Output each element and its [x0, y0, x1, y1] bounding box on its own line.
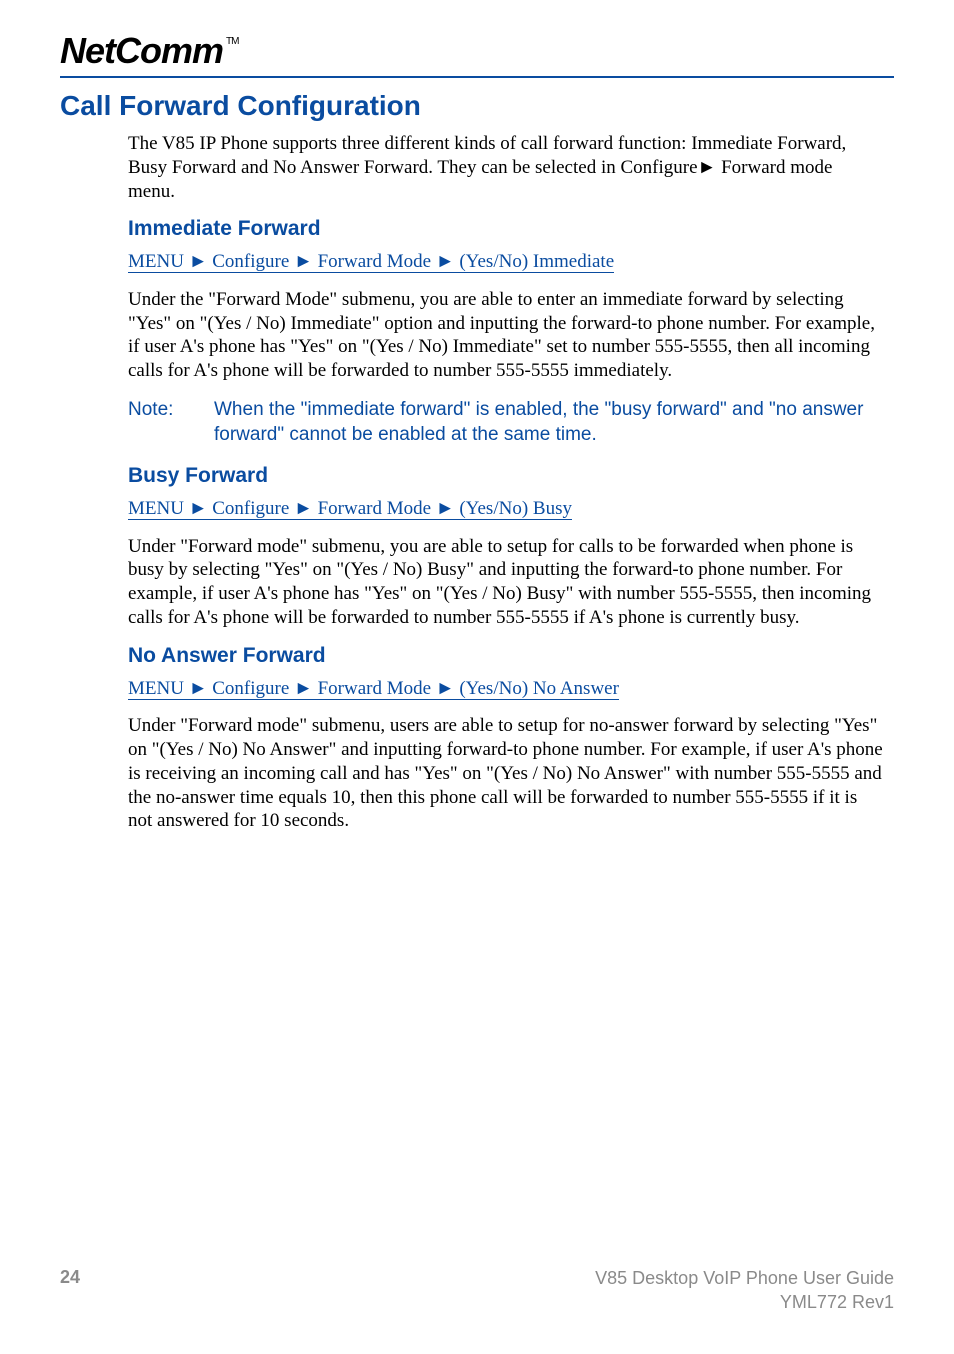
- section-heading-immediate: Immediate Forward: [128, 217, 884, 241]
- menu-path-immediate-wrap: MENU ► Configure ► Forward Mode ► (Yes/N…: [128, 249, 884, 276]
- menu-path-busy: MENU ► Configure ► Forward Mode ► (Yes/N…: [128, 498, 572, 520]
- brand-logo: NetCommTM: [60, 30, 238, 72]
- page-number: 24: [60, 1267, 80, 1314]
- page-title: Call Forward Configuration: [60, 90, 894, 122]
- note-label: Note:: [128, 397, 214, 448]
- section-heading-noanswer: No Answer Forward: [128, 644, 884, 668]
- menu-path-noanswer: MENU ► Configure ► Forward Mode ► (Yes/N…: [128, 678, 619, 700]
- doc-title: V85 Desktop VoIP Phone User Guide: [595, 1267, 894, 1290]
- trademark-symbol: TM: [226, 36, 238, 47]
- section-body-noanswer: Under "Forward mode" submenu, users are …: [128, 714, 884, 833]
- page-footer: 24 V85 Desktop VoIP Phone User Guide YML…: [60, 1267, 894, 1314]
- doc-rev: YML772 Rev1: [595, 1291, 894, 1314]
- note-text: When the "immediate forward" is enabled,…: [214, 397, 884, 448]
- brand-logo-text: NetComm: [60, 30, 223, 71]
- menu-path-immediate: MENU ► Configure ► Forward Mode ► (Yes/N…: [128, 251, 614, 273]
- footer-right: V85 Desktop VoIP Phone User Guide YML772…: [595, 1267, 894, 1314]
- menu-path-noanswer-wrap: MENU ► Configure ► Forward Mode ► (Yes/N…: [128, 676, 884, 703]
- header-bar: NetCommTM: [60, 30, 894, 78]
- document-page: NetCommTM Call Forward Configuration The…: [0, 0, 954, 1354]
- menu-path-busy-wrap: MENU ► Configure ► Forward Mode ► (Yes/N…: [128, 496, 884, 523]
- section-body-busy: Under "Forward mode" submenu, you are ab…: [128, 535, 884, 630]
- section-body-immediate: Under the "Forward Mode" submenu, you ar…: [128, 288, 884, 383]
- intro-paragraph: The V85 IP Phone supports three differen…: [128, 132, 884, 203]
- section-heading-busy: Busy Forward: [128, 464, 884, 488]
- note-immediate: Note: When the "immediate forward" is en…: [128, 397, 884, 448]
- content-body: The V85 IP Phone supports three differen…: [128, 132, 884, 833]
